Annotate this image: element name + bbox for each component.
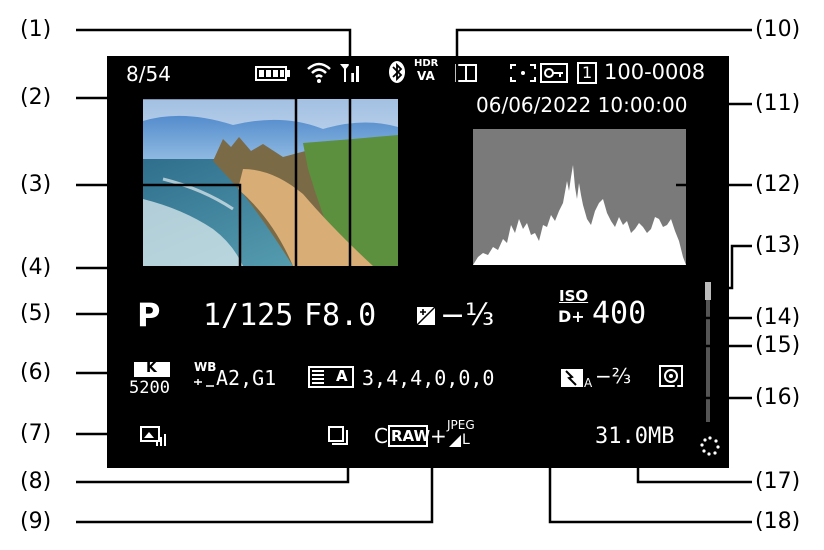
callout-6: (6): [20, 360, 52, 385]
callout-14: (14): [755, 305, 801, 330]
callout-17: (17): [755, 469, 801, 494]
callout-8: (8): [20, 469, 52, 494]
callout-3: (3): [20, 172, 52, 197]
callout-1: (1): [20, 17, 52, 42]
callout-18: (18): [755, 509, 801, 534]
callout-2: (2): [20, 85, 52, 110]
callout-5: (5): [20, 301, 52, 326]
callout-4: (4): [20, 255, 52, 280]
callout-lines: [76, 28, 752, 524]
callout-7: (7): [20, 421, 52, 446]
callout-10: (10): [755, 17, 801, 42]
callout-11: (11): [755, 91, 801, 116]
callout-12: (12): [755, 172, 801, 197]
callout-9: (9): [20, 509, 52, 534]
callout-16: (16): [755, 385, 801, 410]
callout-13: (13): [755, 233, 801, 258]
callout-15: (15): [755, 333, 801, 358]
